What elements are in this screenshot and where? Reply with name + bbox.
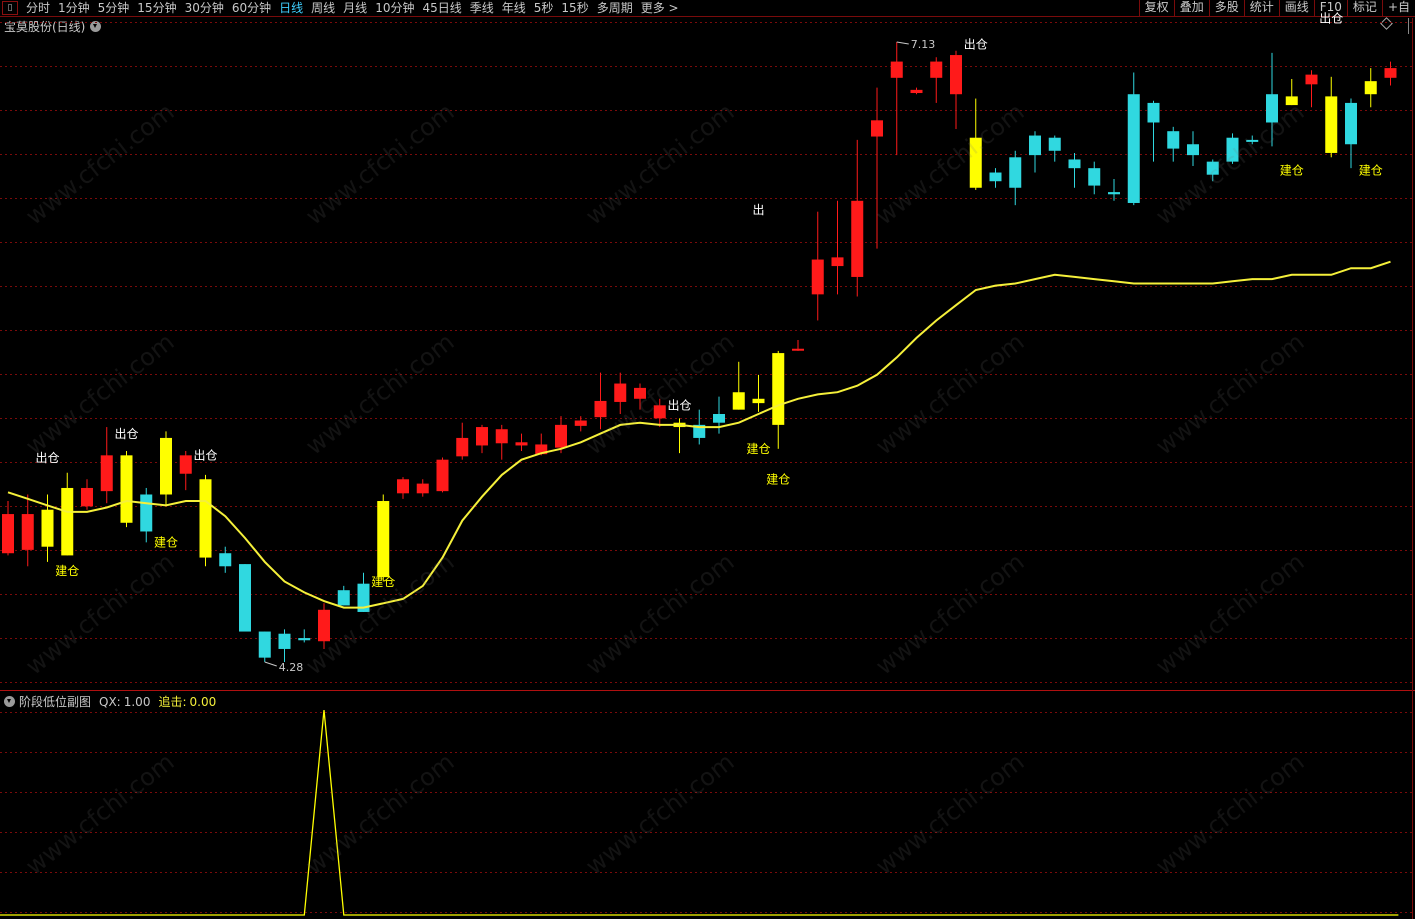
candle-body	[1009, 157, 1022, 188]
candle-body	[1108, 192, 1120, 195]
candle-body	[930, 61, 943, 78]
sell-signal-label: 出仓	[667, 399, 691, 413]
candle-body	[239, 564, 251, 632]
indicator-title: 阶段低位副图 QX: 1.00 追击: 0.00	[4, 693, 216, 710]
candle-body	[1048, 137, 1061, 151]
candle-body	[1029, 135, 1041, 156]
candle-body	[298, 638, 311, 641]
qx-label: QX:	[99, 694, 121, 709]
candle-body	[1364, 81, 1377, 95]
candle-body	[574, 420, 587, 426]
high-price-label: 7.13	[911, 38, 936, 51]
candle-body	[140, 494, 153, 532]
sell-signal-label: 出仓	[35, 451, 59, 465]
candle-body	[2, 514, 14, 554]
candle-body	[1226, 137, 1239, 162]
sell-signal-label: 出仓	[114, 427, 138, 441]
candle-body	[1384, 68, 1397, 78]
candle-body	[21, 514, 34, 550]
candle-body	[614, 383, 627, 402]
candlestick-chart[interactable]: 7.134.28建仓建仓建仓建仓建仓建仓 建仓出仓出仓出仓出仓出仓出出仓	[0, 0, 1415, 919]
candle-body	[792, 348, 804, 351]
candle-body	[555, 424, 567, 448]
buy-signal-label: 建仓	[154, 536, 178, 550]
sell-signal-label: 出仓	[1319, 11, 1343, 25]
candle-body	[1127, 94, 1140, 203]
chase-value: 0.00	[189, 694, 217, 709]
candle-body	[1068, 159, 1081, 169]
sell-signal-label: 出仓	[964, 38, 988, 52]
candle-body	[594, 400, 607, 418]
candle-body	[495, 429, 508, 444]
candle-body	[1147, 102, 1160, 123]
candle-body	[890, 61, 903, 78]
candle-body	[476, 427, 488, 446]
candle-body	[278, 633, 291, 649]
candle-body	[318, 609, 330, 642]
candle-body	[1088, 168, 1101, 186]
candle-body	[416, 483, 429, 494]
indicator-name: 阶段低位副图	[19, 695, 92, 709]
candle-body	[1187, 144, 1199, 156]
candle-body	[258, 631, 271, 658]
candle-body	[811, 259, 824, 295]
candle-body	[634, 387, 646, 399]
candle-body	[397, 479, 409, 494]
buy-signal-label: 建仓	[746, 442, 770, 456]
candle-body	[1246, 139, 1259, 142]
candle-body	[1206, 161, 1219, 175]
candle-body	[851, 200, 864, 277]
candle-body	[989, 172, 1002, 182]
candle-body	[831, 257, 844, 267]
candle-body	[377, 501, 390, 578]
candle-body	[752, 398, 765, 404]
chase-label: 追击:	[158, 695, 187, 709]
high-marker-line	[896, 41, 909, 45]
indicator-line	[0, 709, 1399, 916]
candle-body	[772, 353, 785, 425]
candle-body	[950, 55, 962, 95]
candle-body	[436, 459, 449, 492]
sell-signal-label: 出仓	[193, 449, 217, 463]
candle-body	[337, 590, 350, 606]
buy-signal-label: 建仓	[55, 564, 79, 578]
candle-body	[515, 442, 528, 446]
buy-signal-label: 建仓	[1359, 164, 1383, 178]
candle-body	[910, 89, 923, 94]
buy-signal-label: 建仓	[1280, 164, 1304, 178]
candle-body	[1345, 102, 1357, 145]
candle-body	[41, 509, 54, 547]
candle-body	[179, 455, 192, 474]
candle-body	[120, 455, 133, 523]
low-price-label: 4.28	[279, 661, 304, 674]
candle-body	[81, 487, 93, 507]
low-marker-line	[264, 661, 277, 667]
candle-body	[160, 437, 172, 495]
candle-body	[969, 137, 982, 188]
buy-signal-label: 建仓	[371, 575, 395, 589]
candle-body	[1305, 74, 1318, 85]
candle-body	[713, 414, 725, 423]
qx-value: 1.00	[123, 694, 151, 709]
candle-body	[199, 479, 212, 558]
candle-body	[61, 487, 74, 556]
candle-body	[653, 405, 666, 419]
candle-body	[1266, 94, 1278, 123]
candle-body	[1167, 131, 1180, 149]
buy-signal-label: 建仓	[766, 473, 790, 487]
candle-body	[219, 553, 232, 567]
candle-body	[1325, 96, 1338, 153]
indicator-dropdown-icon[interactable]	[4, 696, 15, 707]
candle-body	[1285, 96, 1298, 106]
candle-body	[456, 437, 469, 457]
candle-body	[732, 392, 745, 410]
sell-signal-label: 出	[752, 203, 764, 217]
candle-body	[871, 120, 883, 137]
candle-body	[100, 455, 113, 492]
